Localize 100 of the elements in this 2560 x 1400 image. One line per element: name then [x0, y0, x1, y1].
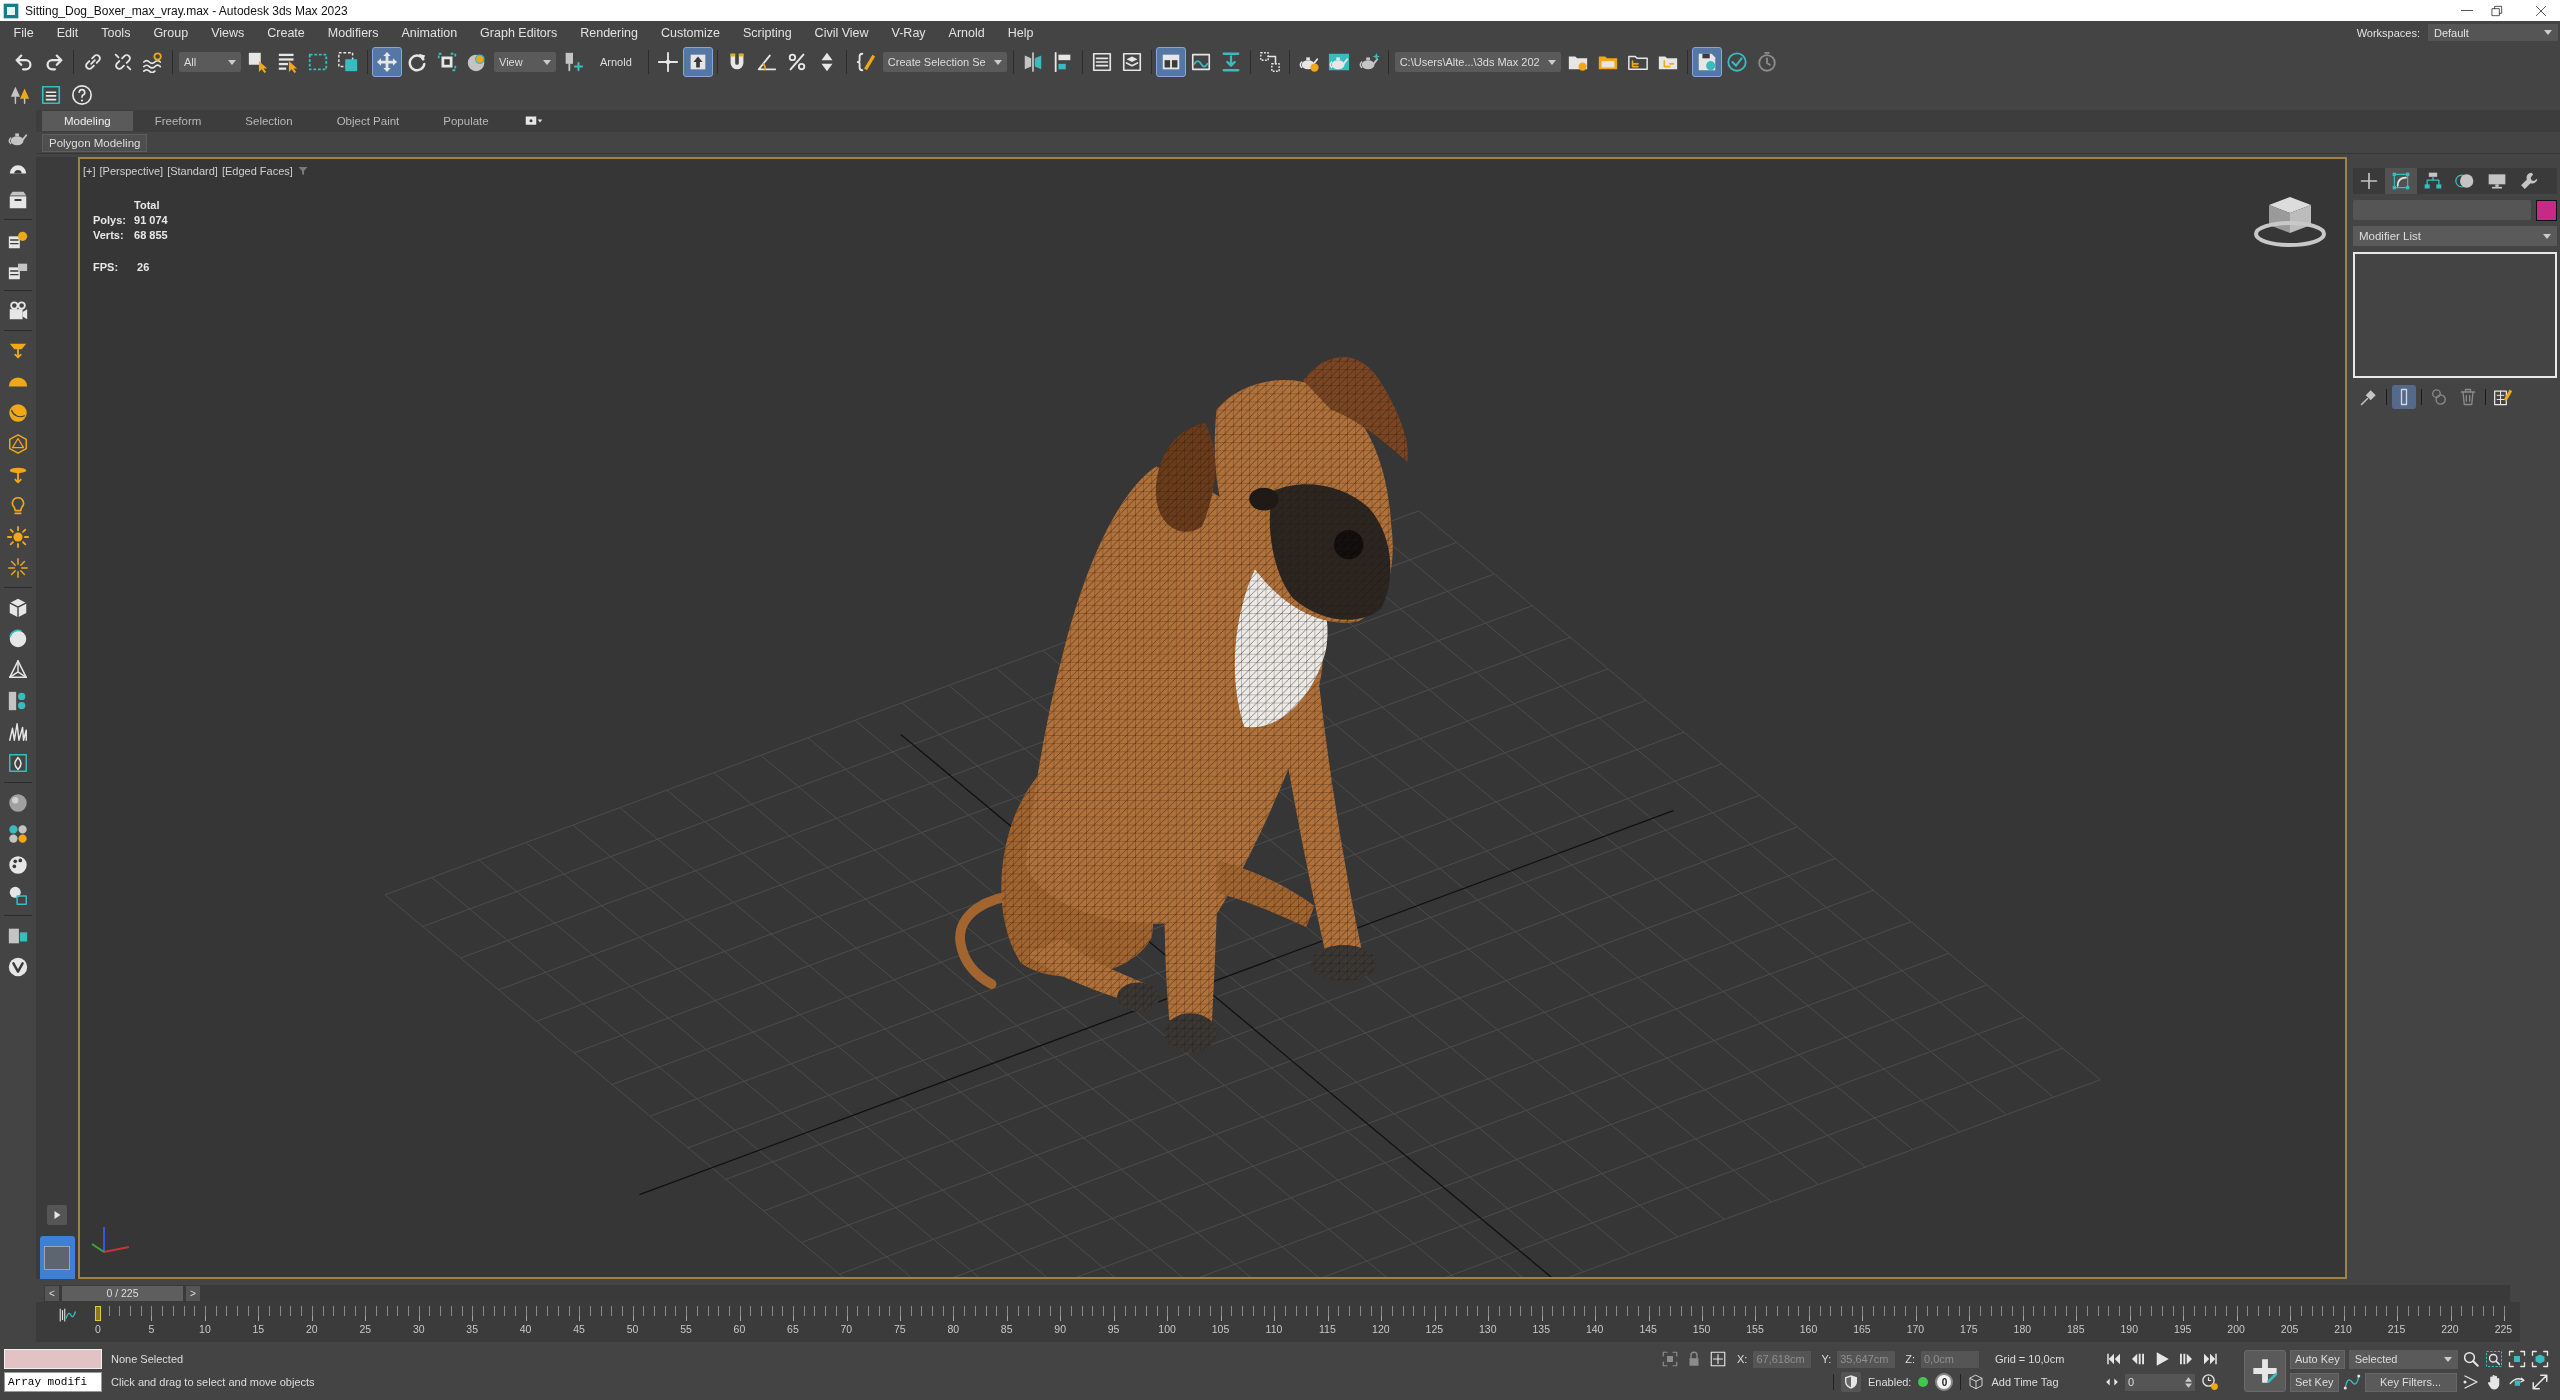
frame-label: 225	[2494, 1323, 2513, 1335]
toolbar-dropdown[interactable]: Create Selection Se	[882, 52, 1007, 72]
viewport-menu-label[interactable]: [Standard]	[167, 165, 218, 177]
set-key-mode-button[interactable]: Set Key	[2290, 1372, 2339, 1392]
caret-icon	[2444, 1356, 2452, 1362]
listener-input-field[interactable]: Array modifi	[4, 1372, 102, 1392]
menu-item[interactable]: Graph Editors	[468, 25, 569, 40]
ribbon-panel-button[interactable]: Polygon Modeling	[42, 133, 148, 152]
sun-icon[interactable]	[7, 525, 29, 548]
menu-item[interactable]: Create	[255, 25, 317, 40]
current-frame-marker[interactable]	[95, 1306, 101, 1321]
auto-key-button[interactable]: Auto Key	[2290, 1349, 2345, 1369]
v-badge-icon[interactable]	[7, 955, 29, 978]
filter-icon[interactable]	[296, 165, 309, 177]
ribbon-tab[interactable]: Modeling	[42, 111, 133, 131]
sphere-arc-icon[interactable]	[7, 627, 29, 650]
list-panel-icon[interactable]	[40, 84, 62, 106]
menu-item[interactable]: Modifiers	[316, 25, 390, 40]
listener-output-field[interactable]	[4, 1349, 102, 1369]
four-balls-icon[interactable]	[7, 822, 29, 845]
clock-dot-icon[interactable]	[2201, 1373, 2219, 1391]
toolbar-button[interactable]	[1155, 47, 1186, 77]
time-slider-track[interactable]: < 0 / 225 >	[44, 1285, 2510, 1302]
viewport-menu-label[interactable]: [Edged Faces]	[221, 165, 293, 177]
help-icon[interactable]	[71, 84, 93, 106]
frame-label: 210	[2334, 1323, 2352, 1335]
spinner-icon	[2185, 1376, 2192, 1388]
toolbar-dropdown[interactable]: C:\Users\Alte...\3ds Max 202	[1394, 52, 1561, 72]
grass-icon[interactable]	[7, 720, 29, 743]
maximize-icon[interactable]	[2531, 1373, 2549, 1391]
next-frame-button[interactable]: >	[186, 1286, 200, 1301]
set-key-button[interactable]	[2244, 1350, 2286, 1392]
frame-label: 0	[95, 1323, 101, 1335]
toolbar-dropdown[interactable]: All	[179, 52, 241, 72]
menu-item[interactable]: File	[2, 25, 46, 40]
status-dot[interactable]	[1918, 1377, 1929, 1387]
menu-item[interactable]: Arnold	[937, 25, 997, 40]
counter-button[interactable]: 0	[1935, 1373, 1954, 1391]
key-filters-button[interactable]: Key Filters...	[2364, 1372, 2457, 1392]
stat-value: 91 074	[134, 214, 168, 226]
ribbon-tab[interactable]: Object Paint	[314, 111, 422, 131]
color-swatch-icon[interactable]	[2536, 200, 2557, 221]
menu-item[interactable]: Help	[996, 25, 1045, 40]
trees-icon[interactable]	[9, 84, 31, 106]
key-set-dropdown[interactable]: Selected	[2348, 1349, 2458, 1369]
app-logo-icon	[3, 2, 19, 19]
menu-item[interactable]: Rendering	[568, 25, 650, 40]
time-slider-thumb[interactable]: 0 / 225	[62, 1286, 183, 1301]
curve-points-icon[interactable]	[2342, 1373, 2361, 1391]
pyramid-icon[interactable]	[7, 658, 29, 681]
toolbar-button[interactable]	[682, 47, 713, 77]
menu-item[interactable]: Civil View	[803, 25, 881, 40]
magnifier-frame-icon[interactable]	[2485, 1350, 2503, 1368]
camera-icon[interactable]	[7, 299, 29, 322]
toolbar-dropdown[interactable]: View	[494, 52, 556, 72]
menu-item[interactable]: Edit	[45, 25, 90, 40]
frame-corners-icon[interactable]	[2508, 1350, 2526, 1368]
command-panel-tab[interactable]	[2385, 168, 2417, 194]
cube-icon[interactable]	[7, 596, 29, 619]
menu-item[interactable]: Tools	[89, 25, 142, 40]
ribbon-tab[interactable]: Populate	[421, 111, 511, 131]
ball-panel-icon[interactable]	[7, 884, 29, 907]
starburst-icon[interactable]	[7, 556, 29, 579]
magnifier-icon[interactable]	[2462, 1350, 2480, 1368]
caret-icon	[2543, 233, 2551, 239]
dashed-corners-icon[interactable]	[1661, 1350, 1679, 1368]
previous-frame-button[interactable]: <	[45, 1286, 59, 1301]
crosshair-box-icon[interactable]	[1709, 1350, 1727, 1368]
menu-item[interactable]: Scripting	[731, 25, 804, 40]
sphere-icon[interactable]	[7, 401, 29, 424]
menu-item[interactable]: Customize	[649, 25, 732, 40]
ribbon-tab[interactable]: Freeform	[132, 111, 224, 131]
bars-wave-icon[interactable]	[58, 1306, 76, 1324]
shield-icon[interactable]	[1843, 1374, 1859, 1390]
menu-item[interactable]: V-Ray	[880, 25, 938, 40]
chevron-dot-icon[interactable]	[2462, 1373, 2480, 1391]
expand-button[interactable]	[47, 1205, 67, 1225]
toolbar-button[interactable]	[1691, 47, 1722, 77]
flame-box-icon[interactable]	[7, 751, 29, 774]
ribbon-tab[interactable]: Selection	[223, 111, 315, 131]
viewport-menu-label[interactable]: [Perspective]	[99, 165, 164, 177]
palette-icon[interactable]	[7, 853, 29, 876]
stack-tool-button[interactable]	[2392, 385, 2416, 409]
menu-item[interactable]: Animation	[390, 25, 469, 40]
menu-item[interactable]: Group	[141, 25, 200, 40]
shaded-sphere-icon[interactable]	[7, 791, 29, 814]
hexagon-corners-icon[interactable]	[2531, 1350, 2549, 1368]
cube-outline-icon[interactable]	[1968, 1374, 1985, 1390]
menu-item[interactable]: Views	[199, 25, 256, 40]
add-time-tag-link[interactable]: Add Time Tag	[1991, 1376, 2059, 1388]
perspective-viewport[interactable]: [+] [Perspective] [Standard] [Edged Faces] Total Polys: 91 074 Verts: 68 855 FPS: 26	[78, 157, 2347, 1279]
modifier-list-dropdown[interactable]: Modifier List	[2353, 226, 2557, 246]
viewport-layout-tab[interactable]	[39, 1236, 75, 1279]
frame-field[interactable]: 0	[2125, 1373, 2195, 1391]
hexagon-triangle-icon[interactable]	[7, 432, 29, 455]
modifier-stack-list[interactable]	[2353, 252, 2557, 378]
workspace-dropdown[interactable]: Default	[2428, 24, 2558, 41]
track-bar[interactable]: 0 5 10 15 20 25 30 35 40 45 50 55 60 65 70 75 80 85 90 95 100 105 110 115 120 125 130 135 140 145 150 155 160 165 170 175 180 185 190 195 200 205 210 215 220 225	[36, 1302, 2520, 1342]
frame-label: 120	[1372, 1323, 1390, 1335]
viewport-menu-label[interactable]: [+]	[83, 165, 96, 177]
